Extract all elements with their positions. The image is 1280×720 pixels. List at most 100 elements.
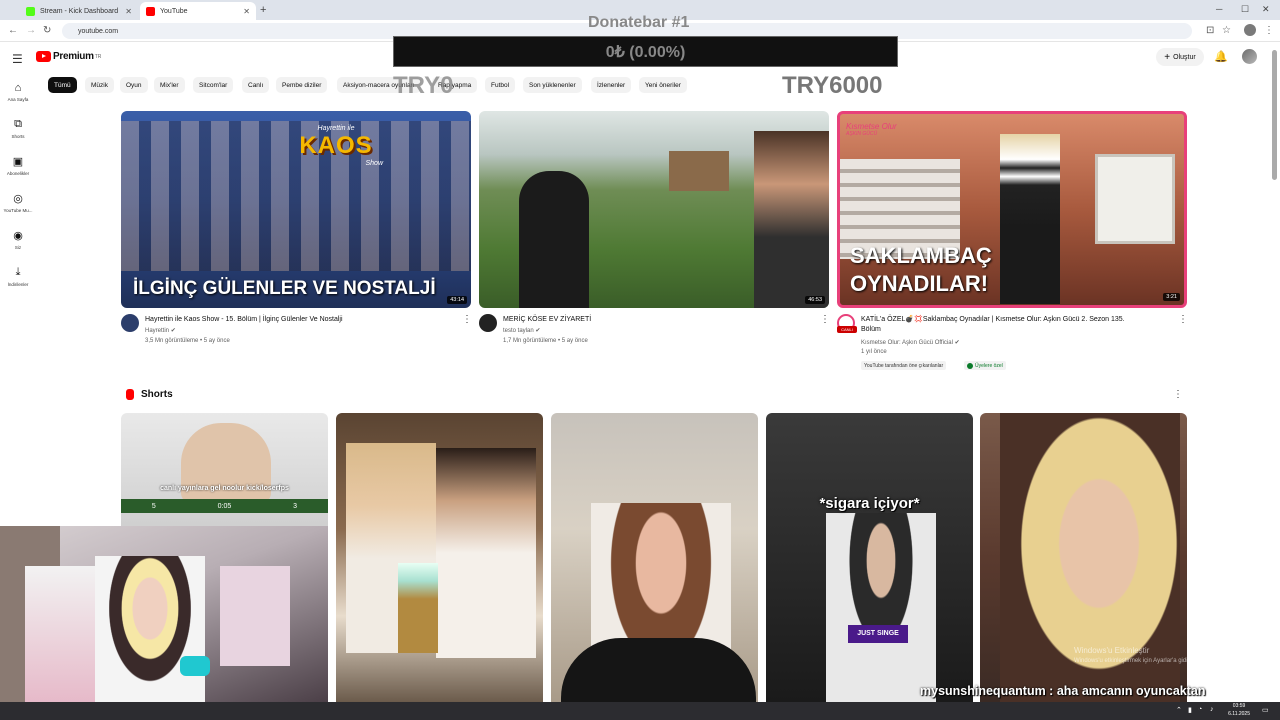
windows-activation-watermark: Windows'u Etkinleştir Windows'u etkinleş… [1074,646,1193,664]
chip-live[interactable]: Canlı [242,77,270,93]
youtube-music-icon: ◎ [13,193,23,205]
close-window-icon[interactable]: ✕ [1262,4,1270,15]
back-icon[interactable]: ← [8,25,18,36]
chip-all[interactable]: Tümü [48,77,77,93]
webcam-streamer [95,556,205,704]
chip-sitcoms[interactable]: Sitcom'lar [193,77,234,93]
new-tab-icon[interactable]: + [260,4,266,16]
sidebar-item-label: İndirilenler [7,282,29,287]
channel-avatar[interactable] [479,314,497,332]
sidebar-item-label: Abonelikler [6,171,30,176]
chip-mixes[interactable]: Mix'ler [154,77,185,93]
verified-icon: ✔ [170,328,176,334]
sidebar-item-downloads[interactable]: ⤓ İndirilenler [0,266,36,287]
youtube-play-icon [36,51,51,62]
more-options-icon[interactable]: ⋮ [820,314,830,325]
shorts-more-options-icon[interactable]: ⋮ [1173,389,1183,400]
thumbnail-person [436,448,536,658]
video-title[interactable]: Hayrettin ile Kaos Show - 15. Bölüm | İl… [145,315,343,325]
page-scrollbar[interactable] [1272,50,1277,180]
youtube-favicon-icon [146,6,155,16]
thumbnail-guitar [561,638,756,703]
short-card[interactable] [551,413,758,703]
video-title[interactable]: MERİÇ KÖSE EV ZİYARETİ [503,315,591,325]
tray-usb-icon[interactable]: ▮ [1188,706,1192,714]
url-text: youtube.com [78,27,119,35]
channel-avatar[interactable] [121,314,139,332]
donatebar-max-label: TRY6000 [782,72,883,99]
sidebar-item-you[interactable]: ◉ Siz [0,229,36,250]
donatebar-value: 0₺ (0.00%) [605,44,686,61]
chip-watched[interactable]: İzlenenler [591,77,632,93]
thumbnail-headline: İLGİNÇ GÜLENLER VE NOSTALJİ [133,278,436,299]
reload-icon[interactable]: ↻ [43,25,51,36]
featured-badge: YouTube tarafından öne çıkarılanlar [861,361,947,370]
sidebar-item-label: Ana Sayfa [7,97,29,102]
video-duration: 46:53 [805,296,825,304]
sidebar-item-youtube-music[interactable]: ◎ YouTube Mu... [0,192,36,213]
close-tab-icon[interactable]: ✕ [243,7,250,16]
sidebar-item-home[interactable]: ⌂ Ana Sayfa [0,82,36,102]
chip-recently-uploaded[interactable]: Son yüklenenler [523,77,582,93]
forward-icon[interactable]: → [26,25,36,36]
thumbnail-headline: SAKLAMBAÇ [850,243,992,268]
video-title[interactable]: KATİL'a ÖZEL💣💢Saklambaç Oynadılar | Kısm… [861,315,1125,335]
install-icon[interactable]: ⊡ [1206,25,1214,36]
taskbar-clock[interactable]: 03:59 6.11.2025 [1228,702,1250,718]
thumbnail-person [754,131,829,308]
chip-football[interactable]: Futbol [485,77,516,93]
tab-youtube[interactable]: YouTube ✕ [140,2,256,20]
avatar[interactable] [1242,49,1257,64]
subscriptions-icon: ▣ [12,156,24,168]
more-options-icon[interactable]: ⋮ [1178,314,1188,325]
create-label: Oluştur [1173,53,1196,61]
webcam-toy [180,656,210,676]
short-caption: canlı yayınlara gel noolur kick/loserfps [160,485,289,492]
short-caption: *sigara içiyor* [819,495,920,512]
kick-favicon-icon [26,6,35,16]
video-duration: 43:14 [447,296,467,304]
channel-name[interactable]: testo taylan ✔ [503,327,540,334]
video-thumbnail[interactable]: Kısmetse Olur AŞKIN GÜCÜ SAKLAMBAÇ OYNAD… [837,111,1187,308]
bookmark-star-icon[interactable]: ☆ [1222,25,1231,36]
windows-taskbar: ⌃ ▮ ◔ ♪ ▭ [0,702,1280,720]
video-stats: 3,5 Mn görüntüleme • 5 ay önce [145,338,230,344]
short-card[interactable] [336,413,543,703]
chip-soap-operas[interactable]: Pembe diziler [276,77,328,93]
chip-music[interactable]: Müzik [85,77,114,93]
thumbnail-house [669,151,729,191]
tray-volume-icon[interactable]: ♪ [1210,706,1214,713]
notifications-bell-icon[interactable]: 🔔 [1214,50,1228,63]
chip-new-to-you[interactable]: Yeni öneriler [639,77,687,93]
chip-gaming[interactable]: Oyun [120,77,148,93]
tray-network-icon[interactable]: ◔ [1198,706,1202,713]
profile-icon[interactable] [1244,24,1256,36]
channel-name[interactable]: Kısmetse Olur: Aşkın Gücü Official ✔ [861,339,960,346]
you-icon: ◉ [13,230,23,242]
shorts-icon: ⧉ [14,118,22,130]
sidebar-item-subscriptions[interactable]: ▣ Abonelikler [0,155,36,176]
members-only-badge: Üyelere özel [964,361,1006,370]
notifications-icon[interactable]: ▭ [1262,706,1269,714]
thumbnail-person [1000,134,1060,304]
kismetse-olur-brand: Kısmetse Olur AŞKIN GÜCÜ [846,122,897,137]
video-thumbnail[interactable]: 46:53 [479,111,829,308]
tab-title: YouTube [160,7,188,15]
close-tab-icon[interactable]: ✕ [125,7,132,16]
tray-expand-icon[interactable]: ⌃ [1176,706,1182,714]
browser-menu-icon[interactable]: ⋮ [1264,25,1274,36]
minimize-icon[interactable]: ─ [1216,4,1222,14]
maximize-icon[interactable]: ☐ [1241,4,1249,15]
tab-title: Stream - Kick Dashboard [40,7,119,15]
short-card[interactable]: *sigara içiyor* JUST SINGE [766,413,973,703]
create-button[interactable]: + Oluştur [1156,48,1204,66]
sidebar-item-shorts[interactable]: ⧉ Shorts [0,118,36,139]
chat-message-overlay: mysunshinequantum : aha amcanın oyuncakt… [920,684,1206,698]
hamburger-menu-icon[interactable]: ☰ [12,52,23,66]
channel-name[interactable]: Hayrettin ✔ [145,327,176,334]
donatebar-min-label: TRY0 [393,72,454,99]
video-thumbnail[interactable]: Hayrettin ile KAOS Show İLGİNÇ GÜLENLER … [121,111,471,308]
more-options-icon[interactable]: ⋮ [462,314,472,325]
youtube-premium-logo[interactable]: Premium TR [36,51,101,62]
tab-kick-dashboard[interactable]: Stream - Kick Dashboard ✕ [20,2,138,20]
